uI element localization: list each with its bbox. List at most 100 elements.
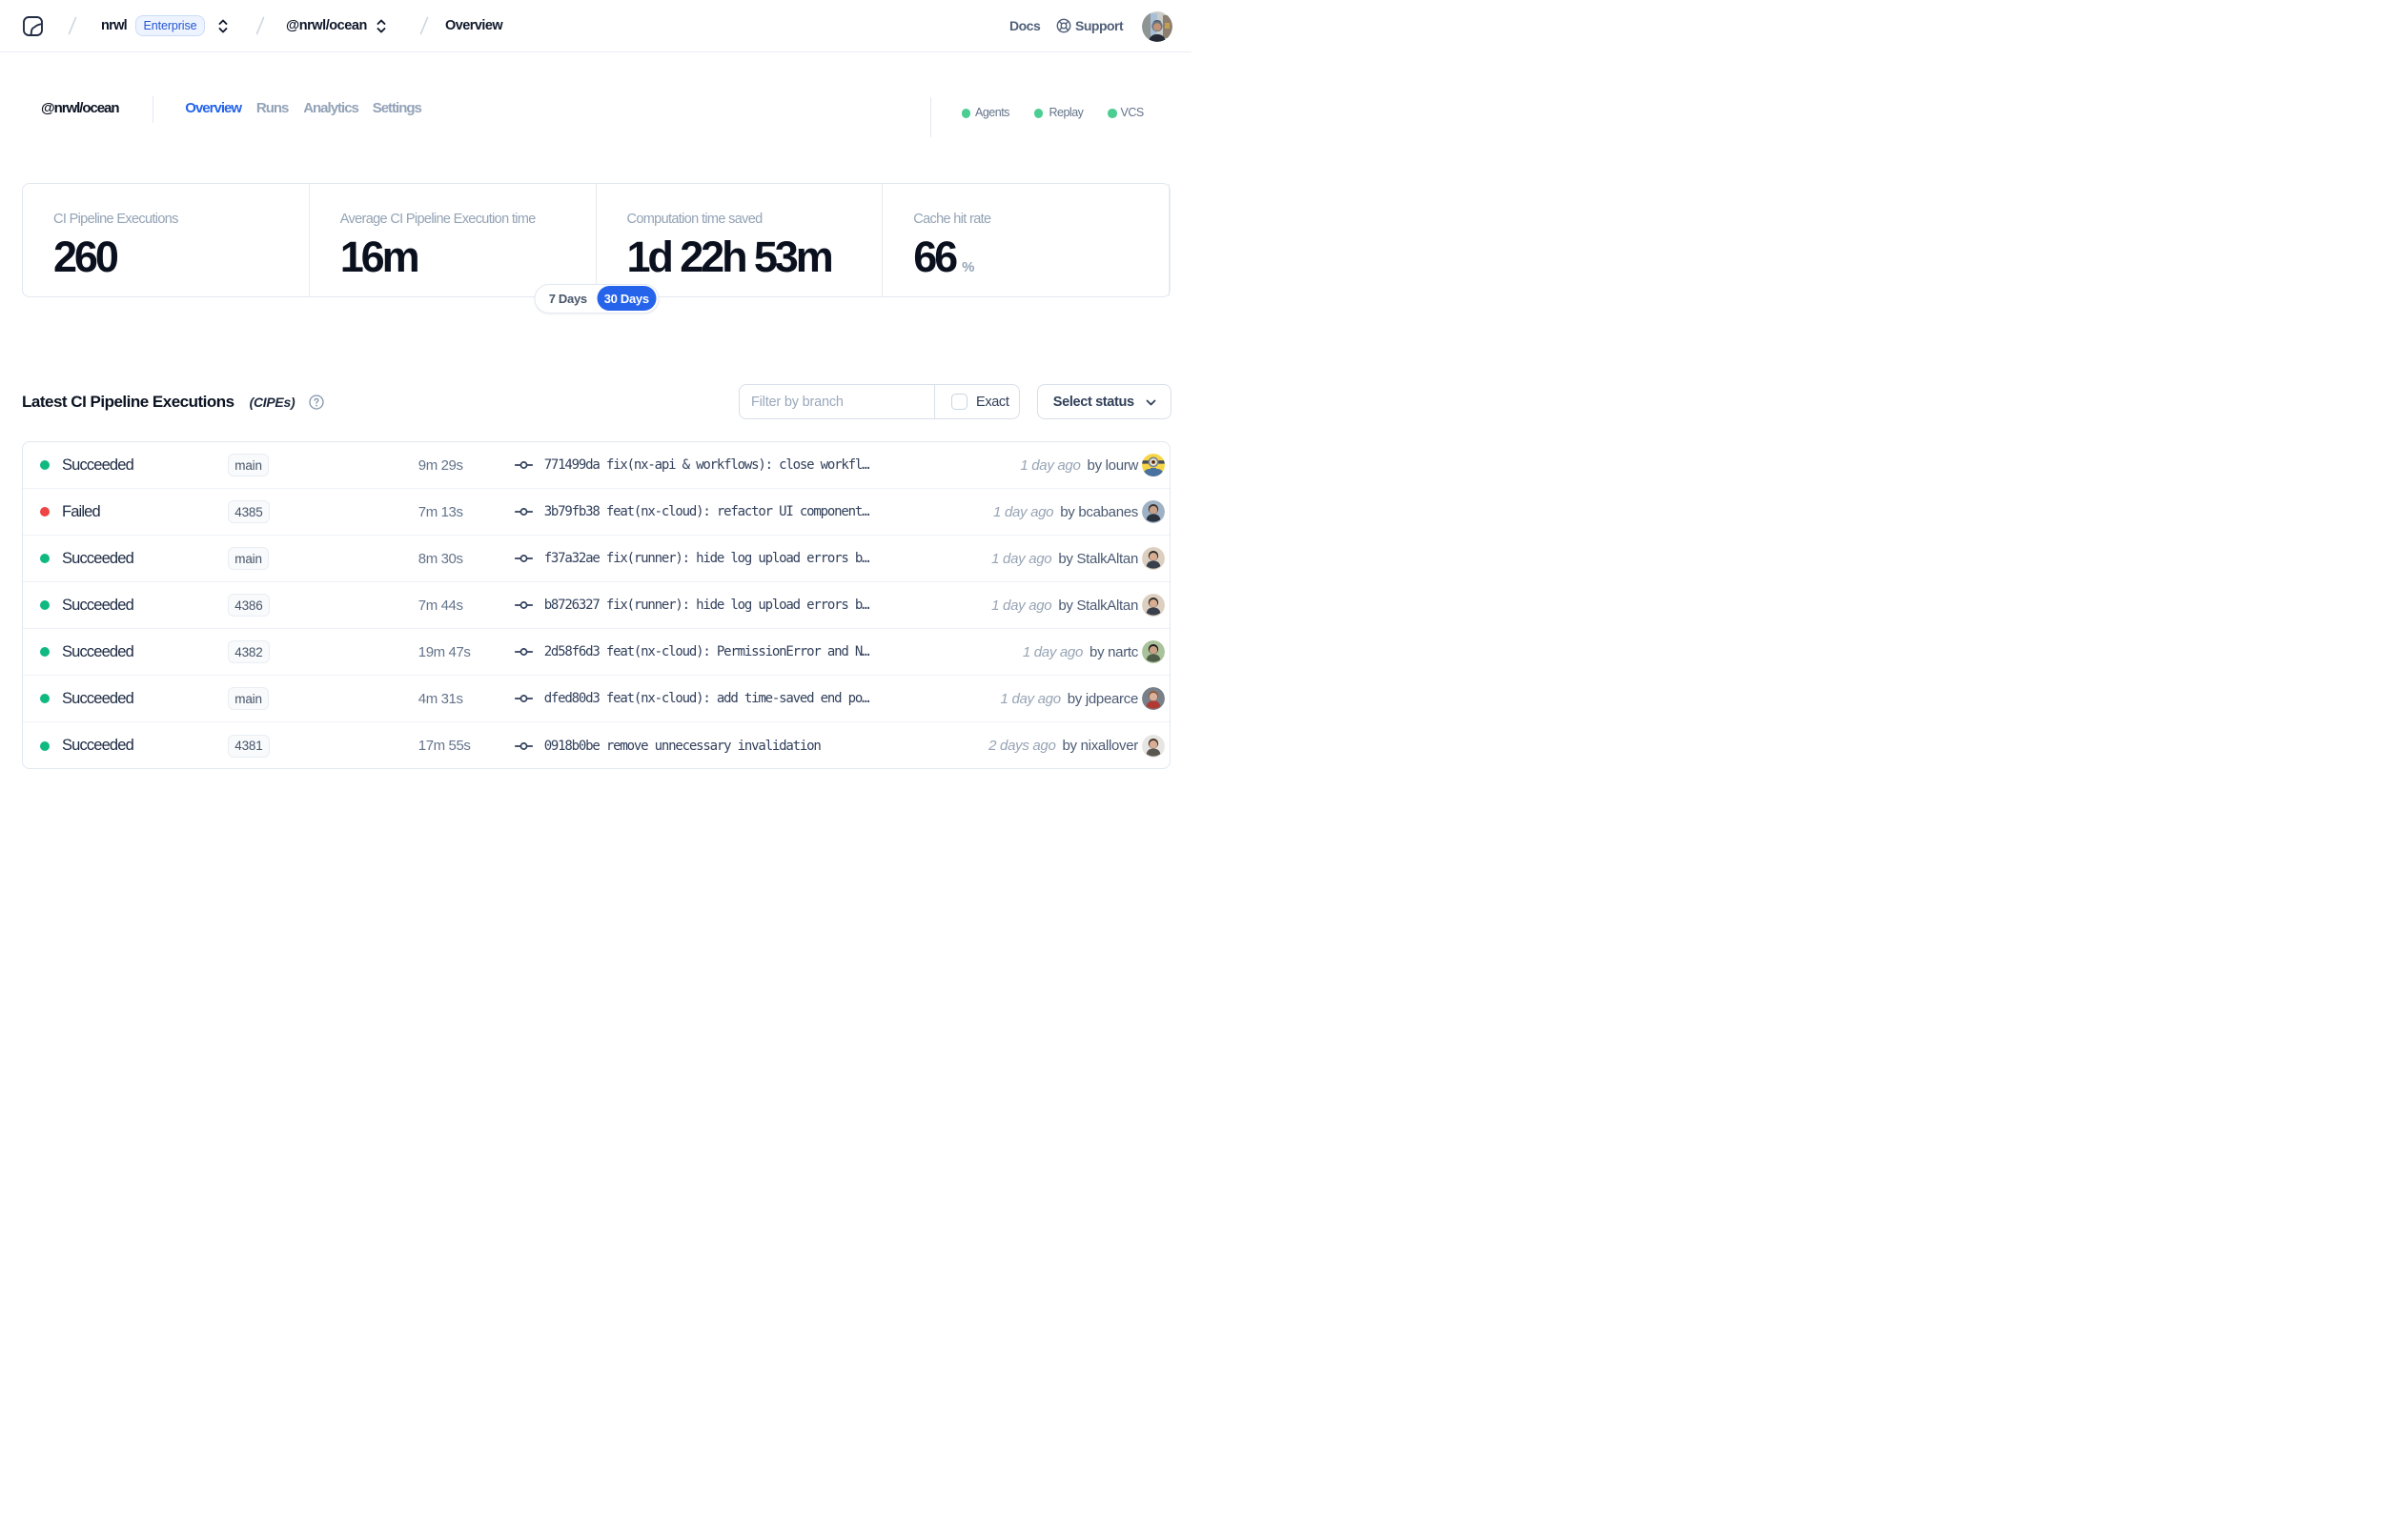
commit-message[interactable]: f37a32ae fix(runner): hide log upload er… <box>544 536 870 581</box>
git-commit-icon <box>515 489 533 535</box>
duration-label: 7m 13s <box>418 503 463 520</box>
execution-row[interactable]: Failed 4385 7m 13s 3b79fb38 feat(nx-clou… <box>23 489 1170 536</box>
docs-link[interactable]: Docs <box>1009 0 1041 51</box>
service-replay[interactable]: Replay <box>1049 86 1084 139</box>
branch-badge: 4386 <box>227 582 271 628</box>
stat-ci-pipeline-executions: CI Pipeline Executions 260 <box>23 183 310 296</box>
tab-overview[interactable]: Overview <box>185 81 242 134</box>
execution-meta: 1 day ago by jdpearce <box>1001 676 1139 721</box>
breadcrumb-org[interactable]: nrwl <box>101 0 128 51</box>
commit-message[interactable]: 3b79fb38 feat(nx-cloud): refactor UI com… <box>544 489 870 535</box>
executions-rows: Succeeded main 9m 29s 771499da fix(nx-ap… <box>23 442 1170 768</box>
status-dot-icon <box>39 536 50 581</box>
percent-unit: % <box>962 259 975 275</box>
status-label: Succeeded <box>62 689 134 707</box>
branch-badge: 4385 <box>227 489 271 535</box>
duration-label: 8m 30s <box>418 550 463 567</box>
execution-meta: 1 day ago by nartc <box>1023 629 1138 675</box>
git-commit-icon <box>515 676 533 721</box>
status-dot-icon <box>39 582 50 628</box>
execution-row[interactable]: Succeeded main 9m 29s 771499da fix(nx-ap… <box>23 442 1170 489</box>
author-avatar[interactable] <box>1142 722 1165 768</box>
executions-title-suffix: (CIPEs) <box>249 394 295 410</box>
nx-cloud-app: nrwl Enterprise @nrwl/ocean Overview Doc… <box>0 0 1192 770</box>
help-icon[interactable] <box>309 394 324 410</box>
author-avatar[interactable] <box>1142 489 1165 535</box>
execution-meta: 1 day ago by bcabanes <box>993 489 1138 535</box>
stat-label: Cache hit rate <box>913 211 991 227</box>
branch-filter-input[interactable] <box>740 385 934 418</box>
nx-cloud-logo-icon[interactable] <box>23 0 43 51</box>
execution-row[interactable]: Succeeded 4386 7m 44s b8726327 fix(runne… <box>23 582 1170 629</box>
execution-row[interactable]: Succeeded main 8m 30s f37a32ae fix(runne… <box>23 536 1170 582</box>
branch-filter-group: Exact <box>739 384 1020 419</box>
commit-message[interactable]: b8726327 fix(runner): hide log upload er… <box>544 582 870 628</box>
agents-status-dot-icon <box>961 109 970 118</box>
chevron-down-icon <box>1145 396 1157 414</box>
replay-status-dot-icon <box>1033 109 1044 118</box>
support-link[interactable]: Support <box>1075 0 1124 51</box>
stat-value: 16m <box>339 233 420 281</box>
git-commit-icon <box>515 722 533 768</box>
exact-checkbox[interactable] <box>951 394 967 410</box>
status-label: Succeeded <box>62 596 134 614</box>
commit-message[interactable]: dfed80d3 feat(nx-cloud): add time-saved … <box>544 676 870 721</box>
commit-message[interactable]: 0918b0be remove unnecessary invalidation <box>544 722 822 768</box>
range-7-days[interactable]: 7 Days <box>539 286 598 311</box>
top-bar: nrwl Enterprise @nrwl/ocean Overview Doc… <box>0 0 1192 52</box>
status-dot-icon <box>39 676 50 721</box>
stat-average-execution-time: Average CI Pipeline Execution time 16m <box>310 183 597 296</box>
execution-row[interactable]: Succeeded 4382 19m 47s 2d58f6d3 feat(nx-… <box>23 629 1170 676</box>
breadcrumb-separator-icon <box>68 0 77 51</box>
breadcrumb-separator-icon <box>255 0 265 51</box>
commit-message[interactable]: 771499da fix(nx-api & workflows): close … <box>544 442 870 488</box>
duration-label: 4m 31s <box>418 690 463 707</box>
breadcrumb-workspace[interactable]: @nrwl/ocean <box>286 0 367 51</box>
tab-analytics[interactable]: Analytics <box>303 81 359 134</box>
author-label: by bcabanes <box>1060 503 1138 520</box>
author-avatar[interactable] <box>1142 442 1165 488</box>
tab-runs[interactable]: Runs <box>256 81 289 134</box>
git-commit-icon <box>515 536 533 581</box>
author-avatar[interactable] <box>1142 536 1165 581</box>
branch-badge: main <box>227 442 270 488</box>
service-vcs[interactable]: VCS <box>1121 86 1145 139</box>
status-label: Succeeded <box>62 456 134 474</box>
service-agents[interactable]: Agents <box>975 86 1009 139</box>
author-avatar[interactable] <box>1142 582 1165 628</box>
git-commit-icon <box>515 442 533 488</box>
executions-table: Succeeded main 9m 29s 771499da fix(nx-ap… <box>22 441 1171 769</box>
execution-meta: 2 days ago by nixallover <box>988 722 1138 768</box>
breadcrumb-page: Overview <box>445 18 503 33</box>
tab-settings[interactable]: Settings <box>373 81 422 134</box>
status-dot-icon <box>39 489 50 535</box>
status-label: Succeeded <box>62 549 134 567</box>
time-ago-label: 1 day ago <box>993 503 1054 520</box>
execution-row[interactable]: Succeeded main 4m 31s dfed80d3 feat(nx-c… <box>23 676 1170 722</box>
author-avatar[interactable] <box>1142 629 1165 675</box>
divider <box>930 97 931 137</box>
author-avatar[interactable] <box>1142 676 1165 721</box>
author-label: by lourw <box>1087 456 1139 474</box>
duration-label: 7m 44s <box>418 597 463 614</box>
stat-value: 1d 22h 53m <box>626 233 834 281</box>
user-avatar[interactable] <box>1142 10 1172 42</box>
executions-title-row: Latest CI Pipeline Executions (CIPEs) <box>22 384 324 419</box>
vcs-status-dot-icon <box>1108 109 1117 118</box>
support-lifebuoy-icon[interactable] <box>1056 0 1071 51</box>
stat-computation-time-saved: Computation time saved 1d 22h 53m <box>597 183 884 296</box>
status-dot-icon <box>39 629 50 675</box>
status-select-label: Select status <box>1052 394 1134 410</box>
execution-meta: 1 day ago by lourw <box>1020 442 1138 488</box>
workspace-switcher-chevron-icon[interactable] <box>377 0 386 51</box>
status-select[interactable]: Select status <box>1036 384 1172 419</box>
org-switcher-chevron-icon[interactable] <box>218 0 228 51</box>
execution-row[interactable]: Succeeded 4381 17m 55s 0918b0be remove u… <box>23 722 1170 768</box>
time-ago-label: 2 days ago <box>988 738 1056 754</box>
execution-meta: 1 day ago by StalkAltan <box>991 582 1138 628</box>
stats-card: CI Pipeline Executions 260 Average CI Pi… <box>22 182 1171 314</box>
commit-message[interactable]: 2d58f6d3 feat(nx-cloud): PermissionError… <box>544 629 870 675</box>
range-30-days[interactable]: 30 Days <box>597 286 656 311</box>
exact-label: Exact <box>976 394 1009 410</box>
status-dot-icon <box>39 442 50 488</box>
